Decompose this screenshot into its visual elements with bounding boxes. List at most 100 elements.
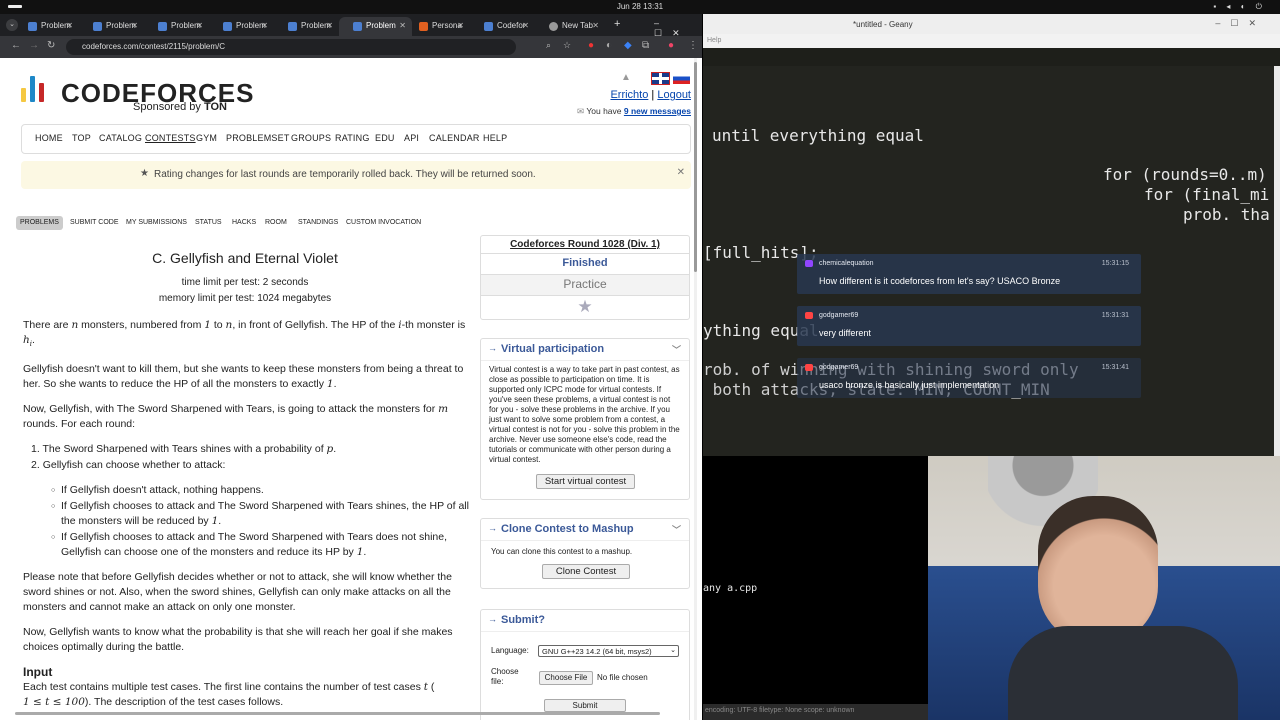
close-tab-icon[interactable]: ✕ xyxy=(196,21,203,30)
close-tab-icon[interactable]: ✕ xyxy=(66,21,73,30)
language-select[interactable]: GNU G++23 14.2 (64 bit, msys2) ⌄ xyxy=(538,645,679,657)
subnav-room[interactable]: ROOM xyxy=(265,216,287,230)
menu-api[interactable]: API xyxy=(404,133,419,143)
file-label: Choose file: xyxy=(491,667,519,686)
menu-groups[interactable]: GROUPS xyxy=(291,133,331,143)
browser-tab[interactable]: Problem ✕ xyxy=(209,17,274,36)
list-item: ○ If Gellyfish doesn't attack, nothing ha… xyxy=(51,484,264,497)
close-tab-icon[interactable]: ✕ xyxy=(326,21,333,30)
zoom-icon[interactable]: ⌕ xyxy=(546,40,551,51)
close-tab-icon[interactable]: ✕ xyxy=(522,21,529,30)
menu-catalog[interactable]: CATALOG xyxy=(99,133,142,143)
menu-home[interactable]: HOME xyxy=(35,133,63,143)
statement-paragraph: There are n monsters, numbered from 1 to… xyxy=(23,319,466,349)
close-tab-icon[interactable]: ✕ xyxy=(592,21,599,30)
browser-tab[interactable]: Problem ✕ xyxy=(79,17,144,36)
extension-icon[interactable]: ● xyxy=(588,40,594,51)
browser-tab-active[interactable]: Problem ✕ xyxy=(339,17,412,36)
codeforces-logo-icon[interactable] xyxy=(21,76,53,102)
menu-help[interactable]: HELP xyxy=(483,133,507,143)
menu-top[interactable]: TOP xyxy=(72,133,91,143)
russia-flag-icon[interactable] xyxy=(673,73,690,84)
browser-tab[interactable]: Persona ✕ xyxy=(405,17,470,36)
submit-button[interactable]: Submit xyxy=(544,699,626,712)
problem-title: C. Gellyfish and Eternal Violet xyxy=(152,250,338,266)
profile-avatar-icon[interactable]: ● xyxy=(668,40,674,51)
subnav-custom-invocation[interactable]: CUSTOM INVOCATION xyxy=(346,216,421,230)
terminal-text: any a.cpp xyxy=(703,583,758,594)
terminal-panel[interactable]: any a.cpp xyxy=(703,456,928,706)
youtube-icon xyxy=(805,312,813,319)
menu-calendar[interactable]: CALENDAR xyxy=(429,133,480,143)
browser-tab[interactable]: New Tab ✕ xyxy=(535,17,605,36)
menu-contests[interactable]: CONTESTS xyxy=(145,133,196,143)
subnav-problems[interactable]: PROBLEMS xyxy=(16,216,63,230)
menu-problemset[interactable]: PROBLEMSET xyxy=(226,133,290,143)
virtual-participation-header[interactable]: → Virtual participation ﹀ xyxy=(481,339,689,361)
extension-icon[interactable]: ◆ xyxy=(624,40,632,51)
uk-flag-icon[interactable] xyxy=(651,72,670,85)
window-controls[interactable]: –☐✕ xyxy=(1215,18,1266,29)
contrast-icon[interactable]: ▲ xyxy=(621,72,631,83)
start-virtual-contest-button[interactable]: Start virtual contest xyxy=(536,474,635,489)
browser-tab[interactable]: Problem ✕ xyxy=(274,17,339,36)
favourite-star-icon[interactable]: ★ xyxy=(481,296,689,317)
address-bar-row: ← → ↻ codeforces.com/contest/2115/proble… xyxy=(0,36,702,58)
chat-text: usaco bronze is basically just implement… xyxy=(819,380,1000,390)
chat-username: chemicalequation xyxy=(819,260,874,267)
browser-menu-icon[interactable]: ⋮ xyxy=(688,40,698,51)
list-item: ○ If Gellyfish chooses to attack and The … xyxy=(51,531,448,559)
choose-file-button[interactable]: Choose File xyxy=(539,671,593,685)
activities-icon[interactable] xyxy=(8,5,22,8)
url-field[interactable]: codeforces.com/contest/2115/problem/C xyxy=(66,39,516,55)
subnav-my-submissions[interactable]: MY SUBMISSIONS xyxy=(126,216,187,230)
extensions-puzzle-icon[interactable]: ⧉ xyxy=(642,40,649,51)
page-scrollbar[interactable] xyxy=(694,58,697,720)
chevron-down-icon[interactable]: ﹀ xyxy=(672,343,681,356)
close-tab-icon[interactable]: ✕ xyxy=(131,21,138,30)
page-favicon-icon xyxy=(419,22,428,31)
globe-icon xyxy=(549,22,558,31)
close-tab-icon[interactable]: ✕ xyxy=(261,21,268,30)
chevron-down-icon[interactable]: ﹀ xyxy=(672,523,681,536)
submit-header: → Submit? xyxy=(481,610,689,632)
clone-contest-header[interactable]: → Clone Contest to Mashup ﹀ xyxy=(481,519,689,541)
forward-icon[interactable]: → xyxy=(29,40,39,51)
subnav-status[interactable]: STATUS xyxy=(195,216,222,230)
contest-name-link[interactable]: Codeforces Round 1028 (Div. 1) xyxy=(481,236,689,254)
subnav-standings[interactable]: STANDINGS xyxy=(298,216,338,230)
system-clock[interactable]: Jun 28 13:31 xyxy=(610,2,670,11)
horizontal-scrollbar[interactable] xyxy=(15,712,660,715)
user-profile-link[interactable]: Errichto xyxy=(610,89,648,101)
browser-tab[interactable]: Problem ✕ xyxy=(144,17,209,36)
logout-link[interactable]: Logout xyxy=(657,89,691,101)
chat-time: 15:31:41 xyxy=(1101,364,1129,371)
system-tray-icons[interactable]: ▪ ◂ ◐ ⏻ xyxy=(1213,2,1266,12)
browser-tab[interactable]: Codefor ✕ xyxy=(470,17,535,36)
extension-icon[interactable]: ◐ xyxy=(606,40,612,51)
menu-gym[interactable]: GYM xyxy=(196,133,217,143)
file-status: No file chosen xyxy=(597,673,648,682)
close-notice-icon[interactable]: ✕ xyxy=(677,167,685,178)
page-scrollbar-thumb[interactable] xyxy=(694,62,697,272)
editor-scrollbar[interactable] xyxy=(1274,66,1280,456)
statusbar-text: encoding: UTF-8 filetype: None scope: un… xyxy=(705,707,855,714)
new-tab-button[interactable]: + xyxy=(614,18,620,30)
tab-strip: ⌄ Problem ✕ Problem ✕ Problem ✕ Problem ✕ Pr… xyxy=(0,14,702,38)
subnav-submit-code[interactable]: SUBMIT CODE xyxy=(70,216,119,230)
browser-tab[interactable]: Problem ✕ xyxy=(14,17,79,36)
stream-chat-overlay: chemicalequation 15:31:15 How different … xyxy=(797,254,1141,402)
chat-time: 15:31:15 xyxy=(1101,260,1129,267)
menu-help[interactable]: Help xyxy=(707,37,721,44)
menu-edu[interactable]: EDU xyxy=(375,133,395,143)
menu-rating[interactable]: RATING xyxy=(335,133,370,143)
new-messages-link[interactable]: 9 new messages xyxy=(624,106,691,116)
codeforces-favicon-icon xyxy=(223,22,232,31)
language-label: Language: xyxy=(491,646,529,655)
reload-icon[interactable]: ↻ xyxy=(47,40,55,51)
subnav-hacks[interactable]: HACKS xyxy=(232,216,256,230)
clone-contest-button[interactable]: Clone Contest xyxy=(542,564,630,579)
back-icon[interactable]: ← xyxy=(11,40,21,51)
bookmark-star-icon[interactable]: ☆ xyxy=(563,40,571,51)
close-tab-icon[interactable]: ✕ xyxy=(457,21,464,30)
